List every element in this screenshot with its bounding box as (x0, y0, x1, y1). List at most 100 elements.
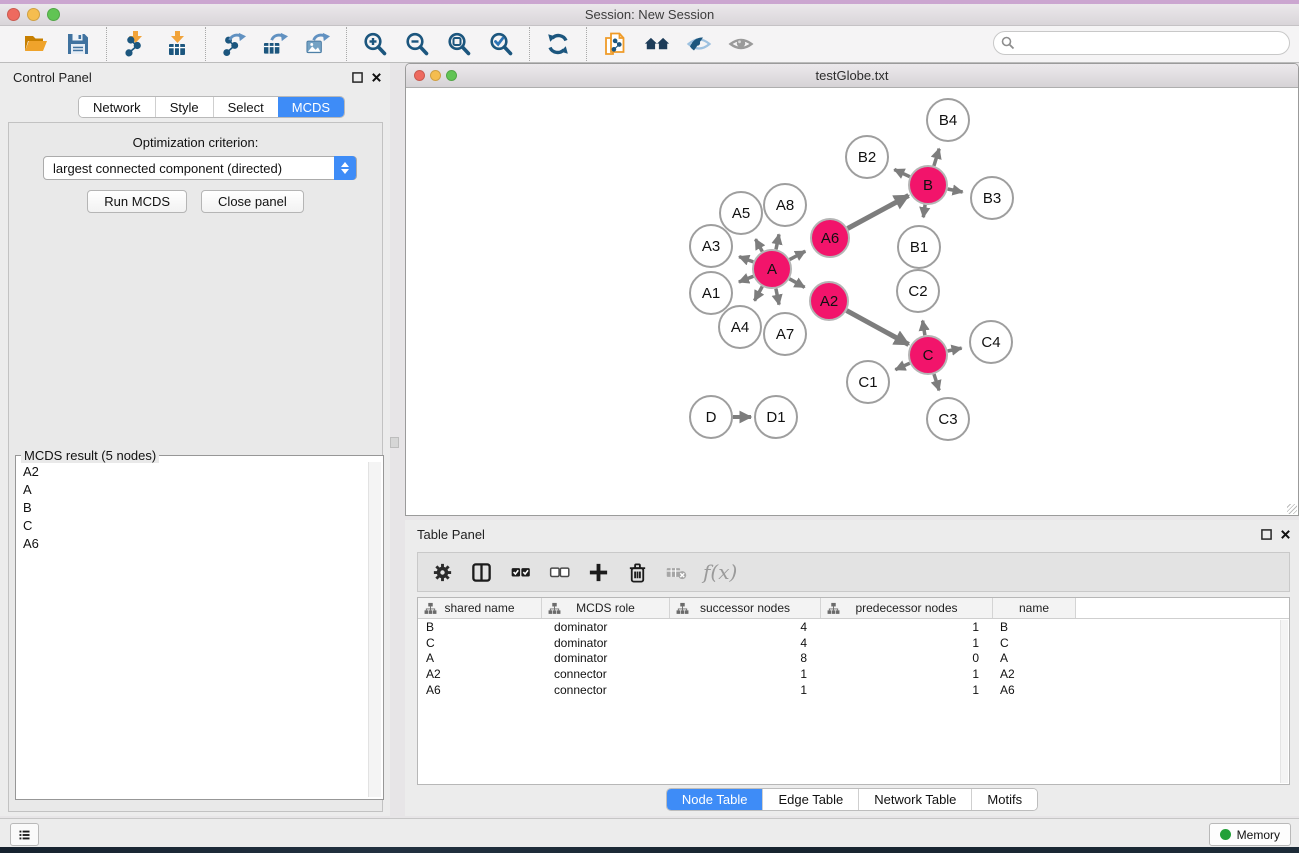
graph-edge-A-A3[interactable] (739, 257, 753, 262)
graph-node-A6[interactable]: A6 (811, 219, 849, 257)
graph-node-B4[interactable]: B4 (927, 99, 969, 141)
memory-button[interactable]: Memory (1209, 823, 1291, 846)
float-panel-icon[interactable] (1261, 527, 1272, 545)
delete-column-button[interactable] (621, 556, 653, 588)
graph-node-C3[interactable]: C3 (927, 398, 969, 440)
graph-node-B3[interactable]: B3 (971, 177, 1013, 219)
graph-edge-A-A4[interactable] (755, 287, 763, 301)
graph-edge-A-A1[interactable] (739, 276, 754, 282)
result-item[interactable]: A2 (16, 462, 367, 480)
import-table-button[interactable] (159, 28, 195, 60)
graph-node-C[interactable]: C (909, 336, 947, 374)
optimization-select[interactable]: largest connected component (directed) (43, 156, 357, 180)
open-session-button[interactable] (18, 28, 54, 60)
window-resize-grip[interactable] (1287, 504, 1297, 514)
tab-network-table[interactable]: Network Table (858, 789, 971, 810)
column-header-name[interactable]: name (993, 598, 1076, 618)
table-scrollbar[interactable] (1280, 620, 1288, 783)
graph-edge-A-A6[interactable] (790, 251, 806, 259)
toolbar-search (993, 31, 1290, 55)
graph-node-C1[interactable]: C1 (847, 361, 889, 403)
column-header-shared-name[interactable]: shared name (418, 598, 542, 618)
graph-edge-B-B1[interactable] (923, 205, 925, 218)
close-panel-icon[interactable] (371, 70, 382, 88)
table-row[interactable]: Adominator80A (418, 650, 1289, 666)
tab-edge-table[interactable]: Edge Table (762, 789, 858, 810)
graph-node-A1[interactable]: A1 (690, 272, 732, 314)
graph-node-B2[interactable]: B2 (846, 136, 888, 178)
search-input[interactable] (993, 31, 1290, 55)
graph-node-C4[interactable]: C4 (970, 321, 1012, 363)
result-item[interactable]: B (16, 498, 367, 516)
graph-node-A[interactable]: A (753, 250, 791, 288)
graph-node-B1[interactable]: B1 (898, 226, 940, 268)
graph-node-B[interactable]: B (909, 166, 947, 204)
result-item[interactable]: C (16, 516, 367, 534)
graph-node-A5[interactable]: A5 (720, 192, 762, 234)
export-image-button[interactable] (300, 28, 336, 60)
result-item[interactable]: A6 (16, 534, 367, 552)
graph-node-A3[interactable]: A3 (690, 225, 732, 267)
clone-network-button[interactable] (597, 28, 633, 60)
export-table-button[interactable] (258, 28, 294, 60)
graph-edge-B-B2[interactable] (894, 170, 910, 177)
zoom-in-button[interactable] (357, 28, 393, 60)
split-divider-handle[interactable] (390, 437, 399, 448)
graph-node-A8[interactable]: A8 (764, 184, 806, 226)
graph-node-A2[interactable]: A2 (810, 282, 848, 320)
network-window-titlebar[interactable]: testGlobe.txt (406, 64, 1298, 88)
column-header-MCDS-role[interactable]: MCDS role (542, 598, 670, 618)
graph-edge-C-C4[interactable] (948, 348, 962, 351)
select-all-button[interactable] (504, 556, 536, 588)
close-panel-icon[interactable] (1280, 527, 1291, 545)
toggle-graphics-details-button[interactable] (681, 28, 717, 60)
tab-style[interactable]: Style (155, 97, 213, 117)
add-column-button[interactable] (582, 556, 614, 588)
table-row[interactable]: A6connector11A6 (418, 682, 1289, 698)
graph-edge-B-B3[interactable] (948, 189, 963, 192)
column-visibility-button[interactable] (465, 556, 497, 588)
graph-edge-A-A7[interactable] (776, 289, 779, 305)
close-panel-button[interactable]: Close panel (201, 190, 304, 213)
graph-node-A7[interactable]: A7 (764, 313, 806, 355)
graph-node-C2[interactable]: C2 (897, 270, 939, 312)
import-network-button[interactable] (117, 28, 153, 60)
refresh-view-button[interactable] (540, 28, 576, 60)
table-settings-button[interactable] (426, 556, 458, 588)
tab-mcds[interactable]: MCDS (278, 97, 344, 117)
save-session-button[interactable] (60, 28, 96, 60)
network-canvas[interactable]: A5A8 A3 A1A4A7 A A6 A2 B2 B4 B B3 B1C2 C C4 C1 C3 D D1 (407, 88, 1297, 514)
tab-node-table[interactable]: Node Table (667, 789, 763, 810)
graph-edge-C-C3[interactable] (934, 374, 939, 390)
column-header-successor-nodes[interactable]: successor nodes (670, 598, 821, 618)
export-network-button[interactable] (216, 28, 252, 60)
run-mcds-button[interactable]: Run MCDS (87, 190, 187, 213)
result-item[interactable]: A (16, 480, 367, 498)
zoom-out-button[interactable] (399, 28, 435, 60)
table-row[interactable]: Cdominator41C (418, 635, 1289, 651)
graph-edge-A6-B[interactable] (848, 196, 909, 229)
task-history-button[interactable] (10, 823, 39, 846)
graph-edge-C-C2[interactable] (923, 321, 925, 336)
graph-edge-A-A5[interactable] (756, 239, 763, 251)
network-overview-button[interactable] (639, 28, 675, 60)
table-row[interactable]: Bdominator41B (418, 619, 1289, 635)
graph-edge-A-A8[interactable] (776, 234, 779, 249)
graph-edge-C-C1[interactable] (895, 363, 909, 370)
graph-node-D[interactable]: D (690, 396, 732, 438)
tab-motifs[interactable]: Motifs (971, 789, 1037, 810)
graph-edge-A2-C[interactable] (847, 311, 909, 345)
graph-node-A4[interactable]: A4 (719, 306, 761, 348)
zoom-fit-button[interactable] (441, 28, 477, 60)
float-panel-icon[interactable] (352, 70, 363, 88)
zoom-selected-button[interactable] (483, 28, 519, 60)
tab-network[interactable]: Network (79, 97, 155, 117)
column-header-predecessor-nodes[interactable]: predecessor nodes (821, 598, 993, 618)
graph-node-D1[interactable]: D1 (755, 396, 797, 438)
result-scrollbar[interactable] (368, 462, 381, 797)
deselect-all-button[interactable] (543, 556, 575, 588)
graph-edge-A-A2[interactable] (789, 279, 804, 288)
tab-select[interactable]: Select (213, 97, 278, 117)
table-row[interactable]: A2connector11A2 (418, 666, 1289, 682)
graph-edge-B-B4[interactable] (934, 149, 939, 166)
